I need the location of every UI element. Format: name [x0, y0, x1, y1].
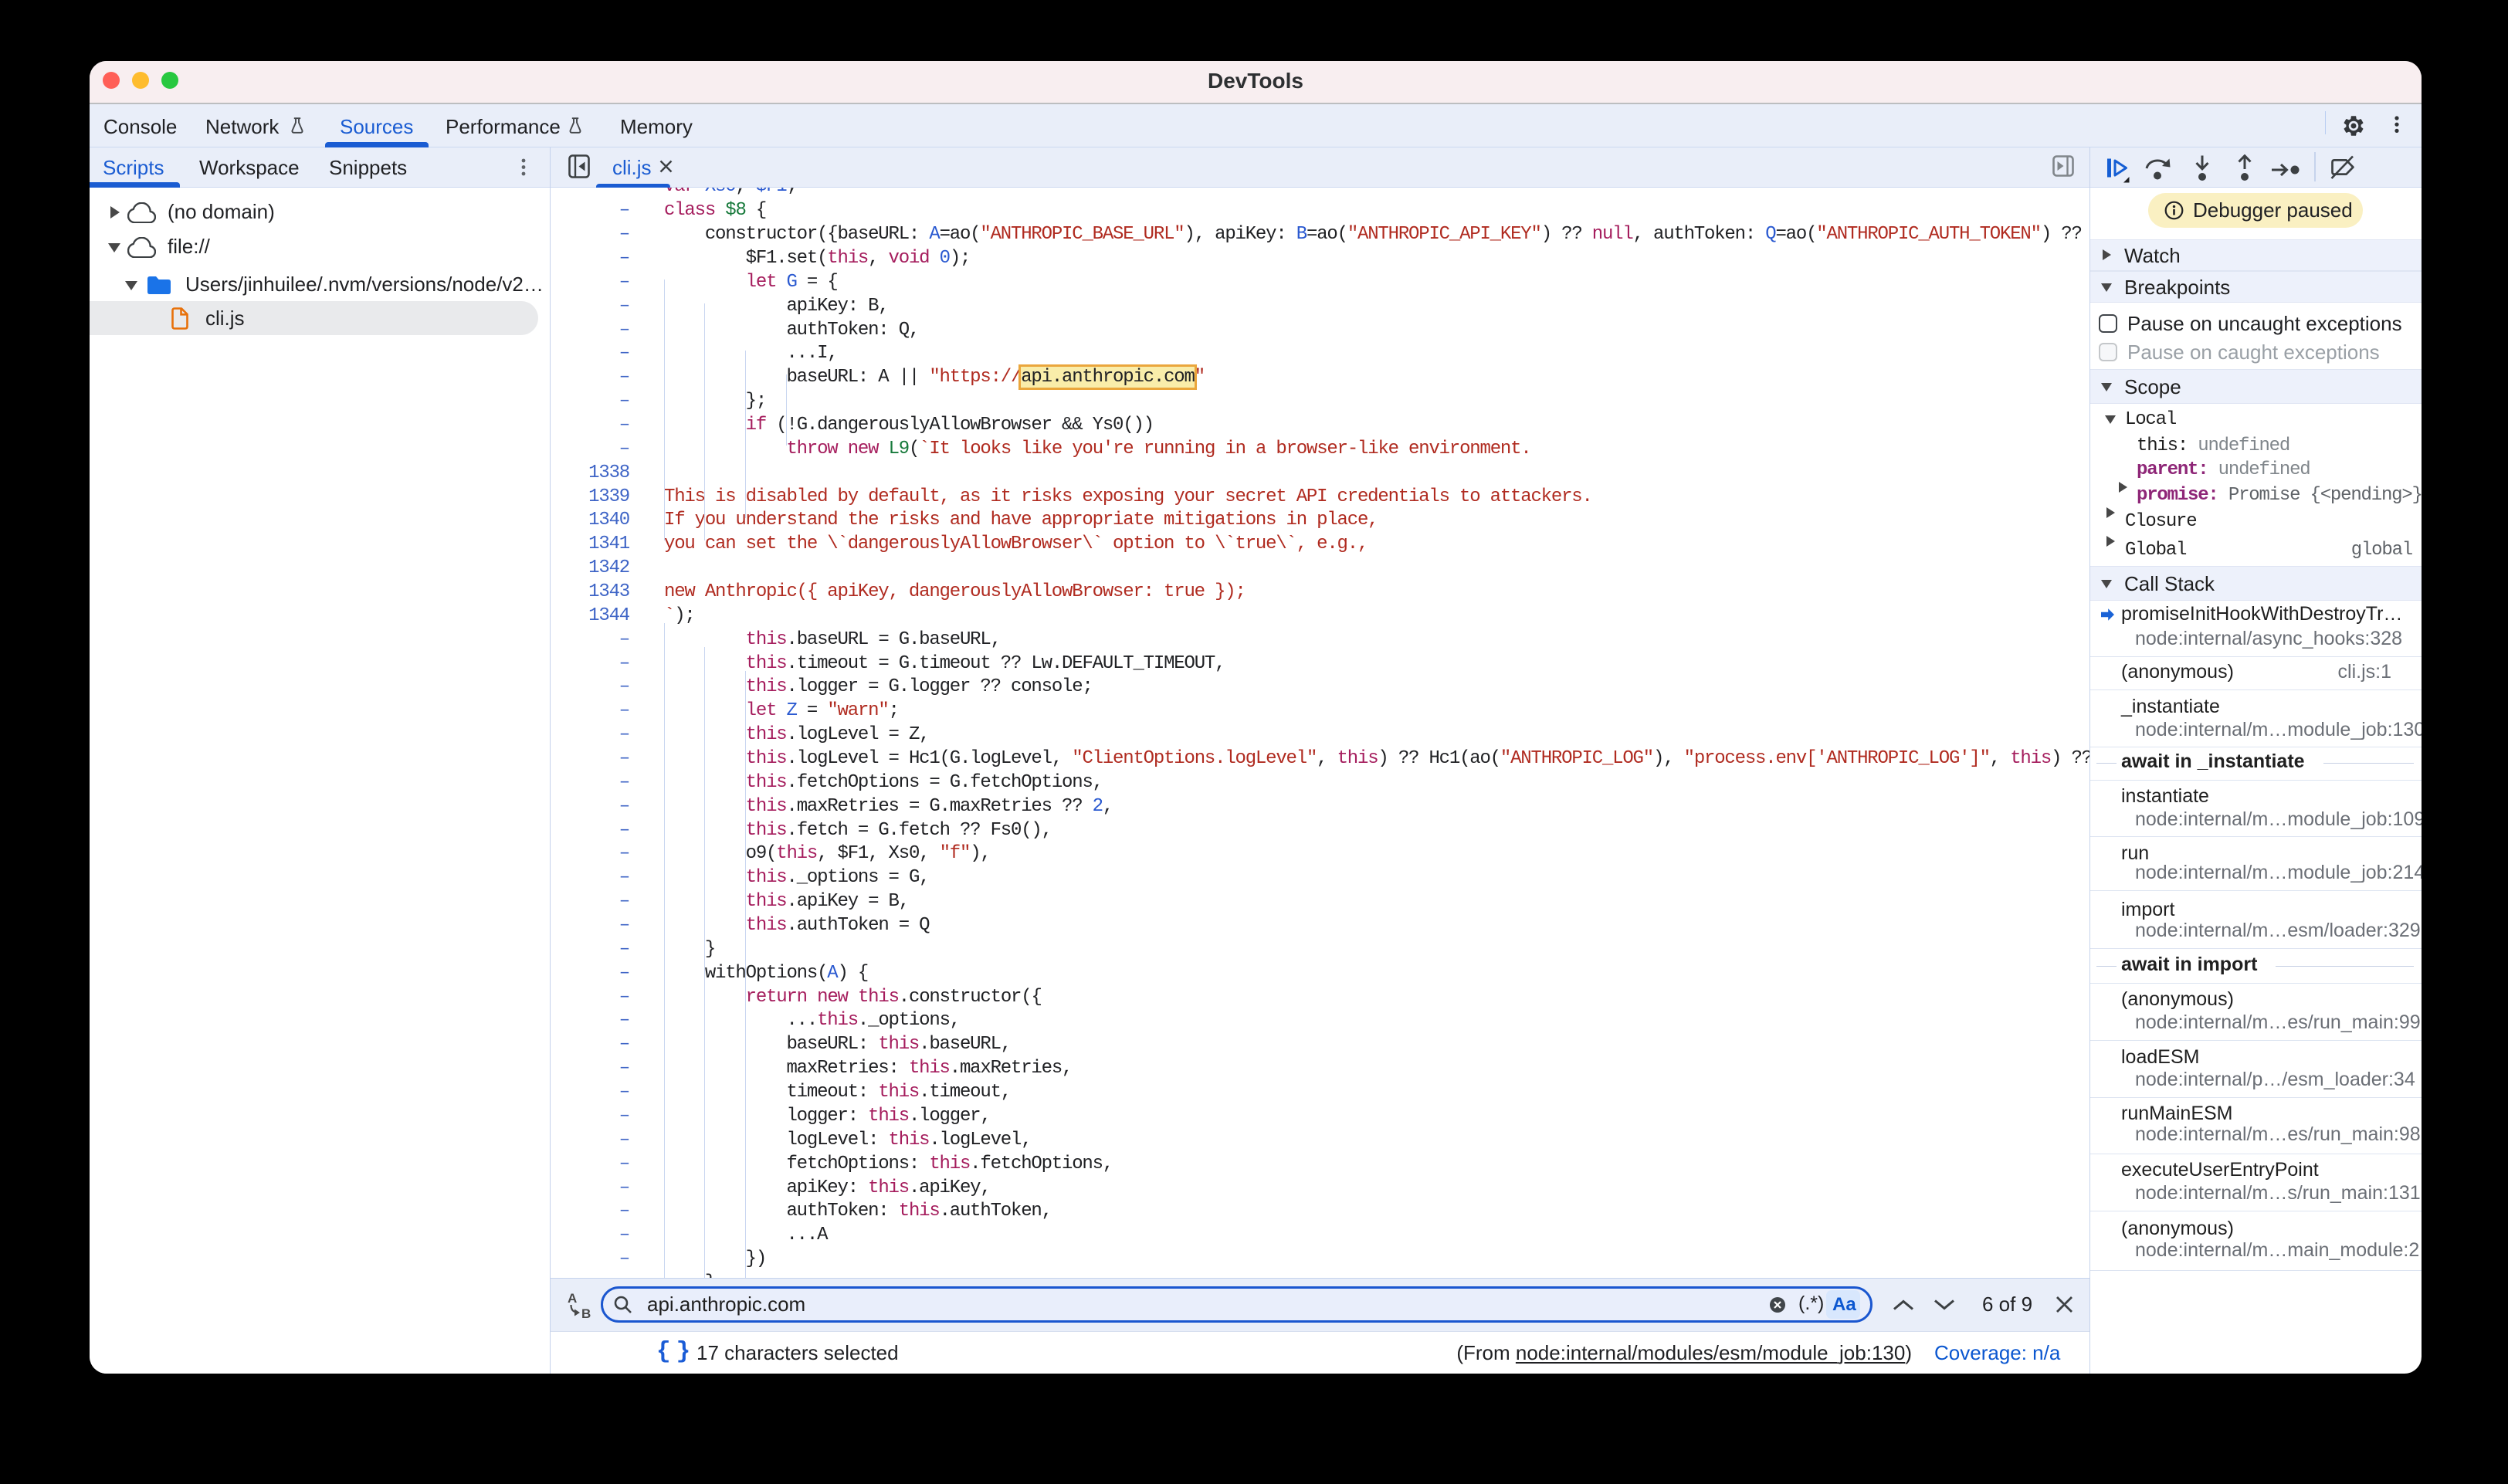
svg-text:B: B [581, 1306, 591, 1320]
svg-text:A: A [568, 1292, 577, 1306]
